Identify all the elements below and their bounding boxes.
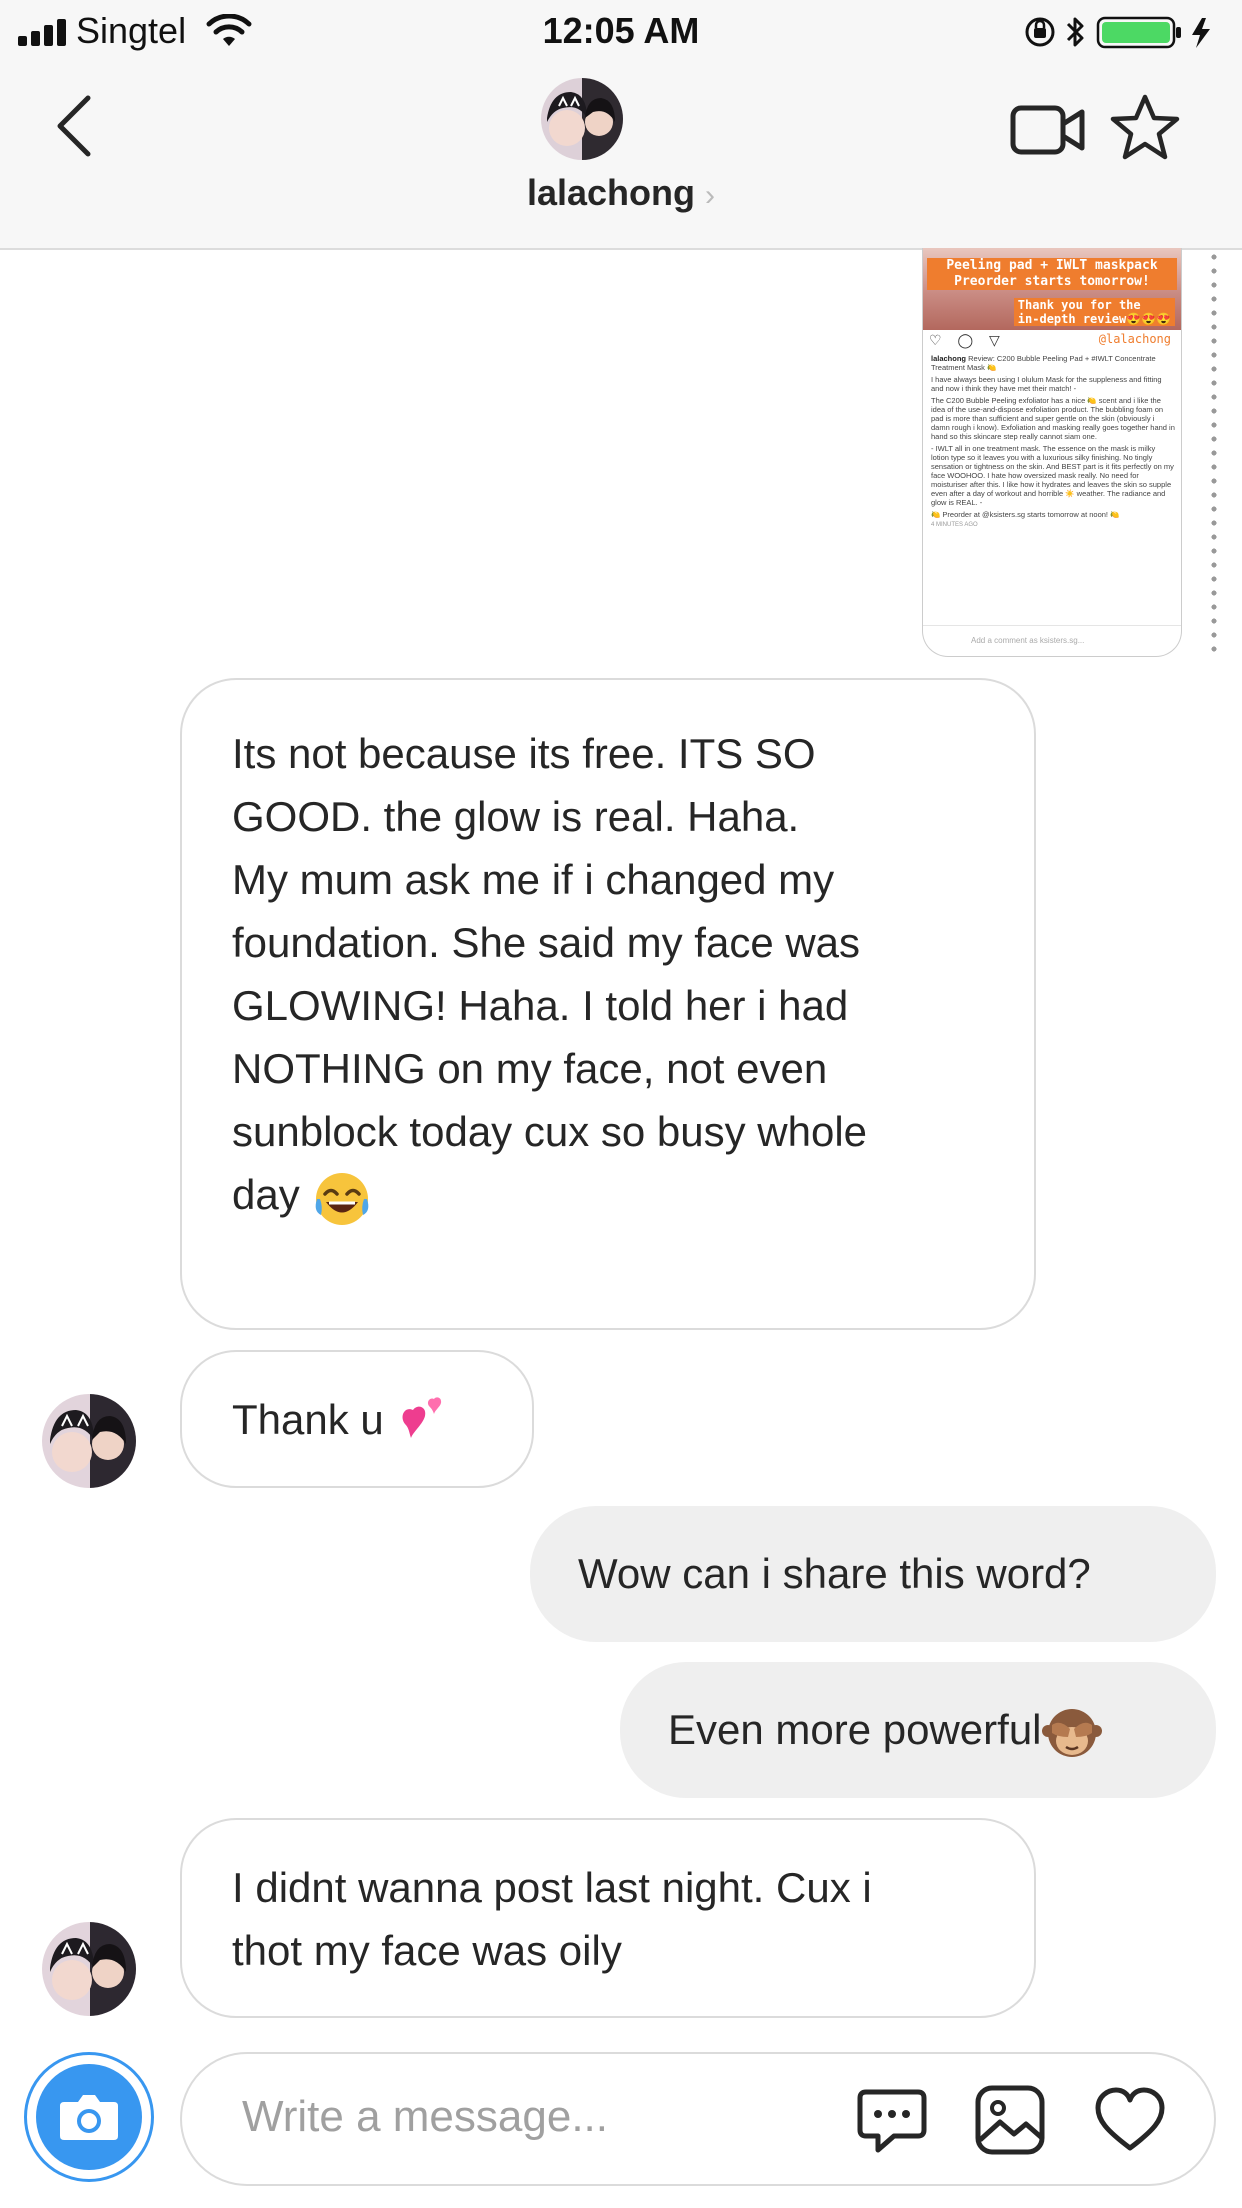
charging-icon [1192,18,1210,48]
bluetooth-icon [1066,17,1084,47]
camera-button[interactable] [24,2052,154,2182]
chat-username[interactable]: lalachong › [0,172,1242,214]
message-bubble-outgoing[interactable]: Wow can i share this word? [530,1506,1216,1642]
chat-header: lalachong › [0,62,1242,250]
post-tag: @lalachong [1098,332,1171,346]
chat-bubble-icon[interactable] [854,2082,930,2158]
battery-icon [1096,16,1181,49]
post-action-icons: ♡ ◯ ▽ [929,332,1006,348]
message-bubble-incoming[interactable]: I didnt wanna post last night. Cux i tho… [180,1818,1036,2018]
message-input[interactable]: Write a message... [180,2052,1216,2186]
avatar[interactable] [541,78,623,160]
message-input-placeholder[interactable]: Write a message... [242,2092,608,2142]
see-no-evil-monkey-emoji-icon [1041,1708,1102,1757]
rotation-lock-icon [1025,17,1055,47]
avatar[interactable] [42,1394,136,1488]
chevron-right-icon: › [705,179,716,212]
camera-icon [60,2095,118,2140]
image-icon[interactable] [972,2082,1048,2158]
shared-post[interactable]: Peeling pad + IWLT maskpack Preorder sta… [922,248,1182,657]
post-overlay-text: Peeling pad + IWLT maskpack Preorder sta… [927,258,1177,290]
video-call-icon[interactable] [1010,98,1086,162]
star-icon[interactable] [1110,92,1180,162]
back-icon[interactable] [48,90,108,162]
avatar[interactable] [42,1922,136,2016]
message-bubble-incoming[interactable]: Its not because its free. ITS SO GOOD. t… [180,678,1036,1330]
heart-icon[interactable] [1092,2082,1168,2158]
post-image: Peeling pad + IWLT maskpack Preorder sta… [923,248,1181,330]
status-right-icons [1025,16,1210,49]
post-comment-bar: Add a comment as ksisters.sg... [923,625,1181,656]
message-bubble-incoming[interactable]: Thank u [180,1350,534,1488]
post-overlay-thanks: Thank you for the in-depth review😍😍😍 [1013,298,1175,326]
message-bubble-outgoing[interactable]: Even more powerful [620,1662,1216,1798]
two-hearts-emoji-icon [403,1397,442,1438]
laughing-emoji-icon [316,1172,369,1225]
status-bar: Singtel 12:05 AM [0,0,1242,62]
scroll-indicator [1211,250,1217,660]
post-caption: lalachong Review: C200 Bubble Peeling Pa… [931,354,1175,528]
